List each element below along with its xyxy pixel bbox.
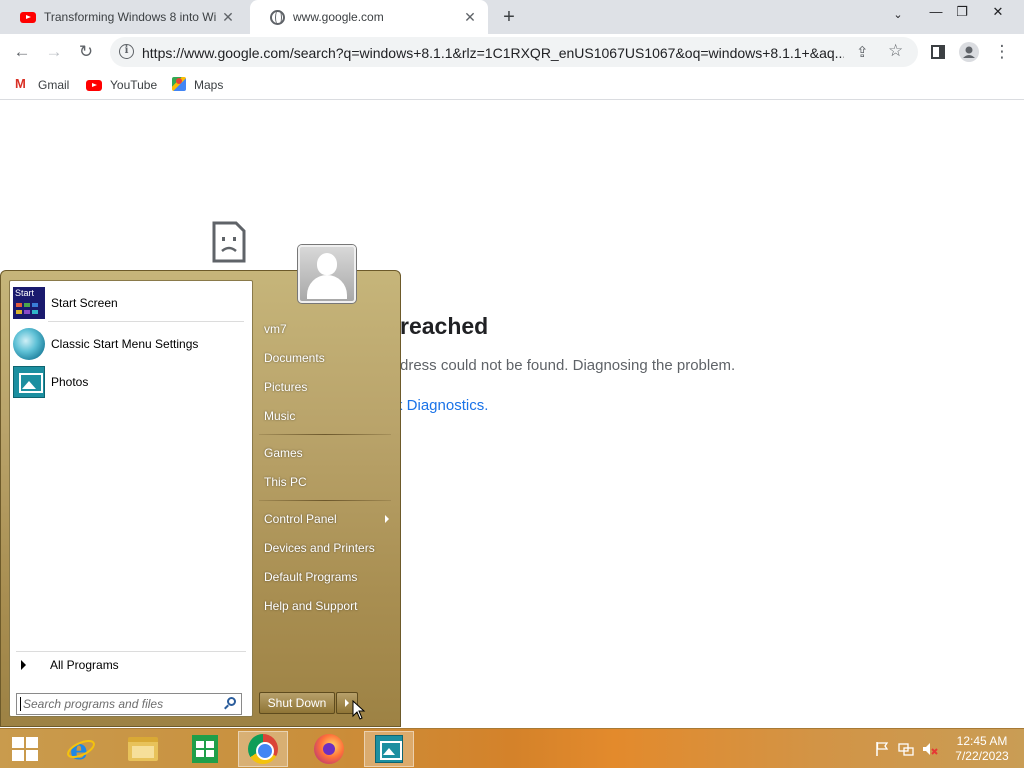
start-menu: Start Start Screen Classic Start Menu Se… xyxy=(0,245,401,727)
bookmark-gmail[interactable]: M Gmail xyxy=(14,76,69,94)
error-description-text: dress could not be found. Diagnosing the… xyxy=(400,357,736,374)
back-icon[interactable]: ← xyxy=(10,40,34,64)
photos-icon xyxy=(13,366,45,398)
sad-document-icon xyxy=(212,221,246,263)
error-title-text: reached xyxy=(400,313,489,339)
store-icon xyxy=(192,735,218,763)
user-picture[interactable] xyxy=(298,245,356,303)
divider xyxy=(259,500,391,501)
search-placeholder: Search programs and files xyxy=(23,697,164,711)
url-text[interactable]: https://www.google.com/search?q=windows+… xyxy=(142,45,844,61)
internet-explorer-icon: e xyxy=(67,734,95,764)
chrome-icon xyxy=(248,734,278,764)
network-icon[interactable] xyxy=(898,741,914,757)
browser-toolbar: ← → ↻ i https://www.google.com/search?q=… xyxy=(0,34,1024,70)
start-button[interactable] xyxy=(0,731,50,767)
tab-google[interactable]: www.google.com ✕ xyxy=(250,0,488,34)
triangle-right-icon xyxy=(21,660,26,670)
tab-strip: Transforming Windows 8 into Wi ✕ www.goo… xyxy=(0,0,1024,34)
games-item[interactable]: Games xyxy=(264,446,303,460)
tab-title: www.google.com xyxy=(293,10,384,24)
taskbar: e 12:45 AM 7/22/2023 xyxy=(0,728,1024,768)
submenu-arrow-icon xyxy=(385,515,389,523)
profile-avatar-icon[interactable] xyxy=(957,40,981,64)
flag-icon[interactable] xyxy=(874,741,890,757)
shut-down-button[interactable]: Shut Down xyxy=(259,692,335,714)
forward-icon[interactable]: → xyxy=(42,40,66,64)
start-screen-item[interactable]: Start Start Screen xyxy=(13,285,249,321)
help-and-support-item[interactable]: Help and Support xyxy=(264,599,357,613)
default-programs-item[interactable]: Default Programs xyxy=(264,570,357,584)
reload-icon[interactable]: ↻ xyxy=(74,40,98,64)
divider xyxy=(16,651,246,652)
internet-explorer-button[interactable]: e xyxy=(56,731,106,767)
bookmark-label: Gmail xyxy=(38,78,70,92)
gmail-icon: M xyxy=(15,76,26,91)
maps-icon xyxy=(172,77,186,93)
start-screen-label: Start Screen xyxy=(51,296,118,310)
divider xyxy=(48,321,244,322)
globe-icon xyxy=(270,9,285,25)
tab-title: Transforming Windows 8 into Wi xyxy=(44,10,217,24)
bookmark-youtube[interactable]: YouTube xyxy=(86,76,157,94)
new-tab-button[interactable]: + xyxy=(498,7,520,27)
volume-muted-icon[interactable] xyxy=(922,741,938,757)
bookmark-star-icon[interactable]: ☆ xyxy=(888,41,903,61)
svg-text:e: e xyxy=(70,734,88,764)
system-clock[interactable]: 12:45 AM 7/22/2023 xyxy=(950,734,1014,764)
tab-search-icon[interactable]: ⌄ xyxy=(888,8,908,21)
start-tile-text: Start xyxy=(15,288,35,298)
side-panel-icon[interactable] xyxy=(926,40,950,64)
control-panel-item[interactable]: Control Panel xyxy=(264,512,337,526)
divider xyxy=(259,434,391,435)
close-window-icon[interactable]: ✕ xyxy=(988,4,1008,20)
photos-button[interactable] xyxy=(364,731,414,767)
search-programs-input[interactable]: Search programs and files xyxy=(16,693,242,715)
bookmark-maps[interactable]: Maps xyxy=(172,76,223,94)
youtube-icon xyxy=(20,11,36,23)
share-icon[interactable]: ⇪ xyxy=(856,43,869,61)
firefox-icon xyxy=(314,734,344,764)
all-programs-button[interactable]: All Programs xyxy=(13,654,249,676)
pictures-item[interactable]: Pictures xyxy=(264,380,307,394)
start-menu-programs-pane: Start Start Screen Classic Start Menu Se… xyxy=(9,280,253,717)
mouse-cursor-icon xyxy=(352,700,366,720)
documents-item[interactable]: Documents xyxy=(264,351,325,365)
classic-start-menu-settings-item[interactable]: Classic Start Menu Settings xyxy=(13,326,249,362)
photos-icon xyxy=(375,735,403,763)
chrome-button[interactable] xyxy=(238,731,288,767)
firefox-button[interactable] xyxy=(304,731,354,767)
photos-item[interactable]: Photos xyxy=(13,364,249,400)
search-icon[interactable] xyxy=(227,697,236,706)
file-explorer-icon xyxy=(128,737,158,761)
music-item[interactable]: Music xyxy=(264,409,295,423)
menu-kebab-icon[interactable]: ⋮ xyxy=(990,40,1014,64)
close-tab-icon[interactable]: ✕ xyxy=(462,9,478,26)
all-programs-label: All Programs xyxy=(50,658,119,672)
clock-time: 12:45 AM xyxy=(956,734,1008,748)
site-info-icon[interactable]: i xyxy=(119,44,134,59)
close-tab-icon[interactable]: ✕ xyxy=(220,9,236,26)
bookmarks-bar: M Gmail YouTube Maps xyxy=(0,70,1024,100)
start-screen-icon: Start xyxy=(13,287,45,319)
clock-date: 7/22/2023 xyxy=(955,749,1009,763)
store-button[interactable] xyxy=(180,731,230,767)
network-diagnostics-link[interactable]: rk Diagnostics. xyxy=(390,397,488,414)
classic-start-menu-settings-label: Classic Start Menu Settings xyxy=(51,337,199,351)
address-bar[interactable]: i https://www.google.com/search?q=window… xyxy=(110,37,918,67)
bookmark-label: YouTube xyxy=(110,78,158,92)
devices-and-printers-item[interactable]: Devices and Printers xyxy=(264,541,375,555)
this-pc-item[interactable]: This PC xyxy=(264,475,307,489)
photos-label: Photos xyxy=(51,375,89,389)
minimize-icon[interactable]: — xyxy=(926,4,946,19)
windows-logo-icon xyxy=(12,737,38,761)
file-explorer-button[interactable] xyxy=(118,731,168,767)
user-folder-item[interactable]: vm7 xyxy=(264,322,287,336)
bookmark-label: Maps xyxy=(194,78,224,92)
youtube-icon xyxy=(86,79,102,91)
restore-icon[interactable]: ❐ xyxy=(952,4,972,20)
classic-shell-icon xyxy=(13,328,45,360)
tab-youtube[interactable]: Transforming Windows 8 into Wi ✕ xyxy=(0,0,246,34)
